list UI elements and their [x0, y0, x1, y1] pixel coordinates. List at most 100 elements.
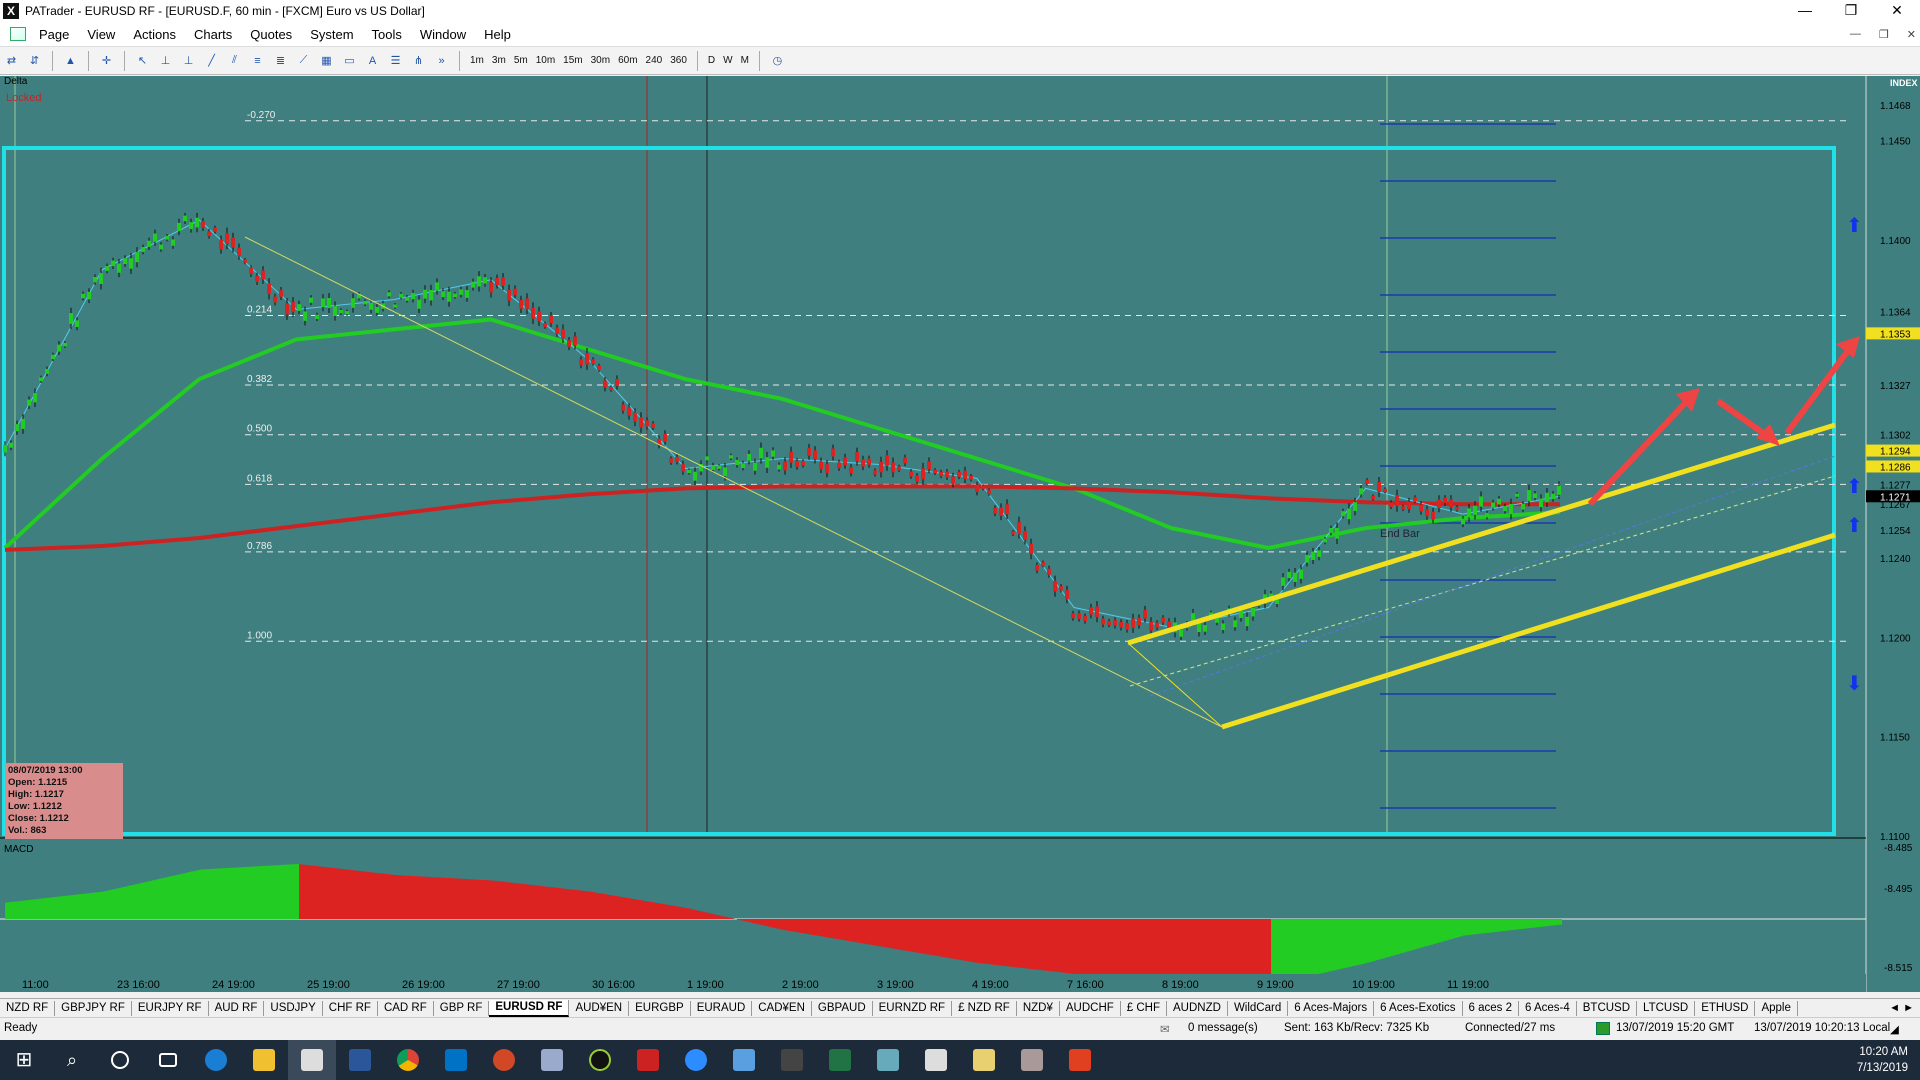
vertical-line-icon[interactable]: ⊥ [179, 51, 198, 70]
app-icon[interactable] [720, 1040, 768, 1080]
app-icon[interactable] [624, 1040, 672, 1080]
file-explorer-icon[interactable] [240, 1040, 288, 1080]
app-icon[interactable] [864, 1040, 912, 1080]
symbol-tab[interactable]: EURUSD RF [489, 999, 570, 1017]
period-daily[interactable]: D [704, 55, 719, 66]
fib-fan-icon[interactable]: ⟋ [294, 51, 313, 70]
chart-menu-icon[interactable] [10, 27, 26, 41]
text-icon[interactable]: A [363, 51, 382, 70]
fib-extension-icon[interactable]: ≣ [271, 51, 290, 70]
resize-grip-icon[interactable]: ◢ [1890, 1022, 1899, 1036]
app-icon[interactable] [1008, 1040, 1056, 1080]
symbol-tab[interactable]: EURAUD [691, 1000, 753, 1016]
app-icon[interactable] [912, 1040, 960, 1080]
mdi-close-button[interactable]: ✕ [1907, 28, 1916, 41]
symbol-tab[interactable]: WildCard [1228, 1000, 1289, 1016]
menu-actions[interactable]: Actions [124, 27, 185, 42]
patrader-icon[interactable] [288, 1040, 336, 1080]
timeframe-3m[interactable]: 3m [488, 55, 510, 66]
gann-icon[interactable]: ▦ [317, 51, 336, 70]
chrome-icon[interactable] [384, 1040, 432, 1080]
outlook-icon[interactable] [432, 1040, 480, 1080]
timeframe-10m[interactable]: 10m [532, 55, 559, 66]
symbol-tab[interactable]: GBPJPY RF [55, 1000, 132, 1016]
menu-tools[interactable]: Tools [363, 27, 411, 42]
trendline-icon[interactable]: ╱ [202, 51, 221, 70]
symbol-tab[interactable]: 6 Aces-4 [1519, 1000, 1577, 1016]
timeframe-240[interactable]: 240 [642, 55, 667, 66]
symbol-tab[interactable]: GBPAUD [812, 1000, 873, 1016]
symbol-tab[interactable]: AUD RF [209, 1000, 265, 1016]
app-icon[interactable] [960, 1040, 1008, 1080]
price-chart[interactable]: -0.270 0.214 0.382 0.500 0.618 0.786 1.000 ⬆ ⬆… [0, 76, 1920, 992]
menu-help[interactable]: Help [475, 27, 520, 42]
symbol-tab[interactable]: CHF RF [323, 1000, 378, 1016]
mail-icon[interactable]: ✉ [1160, 1022, 1170, 1036]
timeframe-15m[interactable]: 15m [559, 55, 586, 66]
symbol-tab[interactable]: CAD¥EN [752, 1000, 812, 1016]
symbol-tab[interactable]: Apple [1755, 1000, 1798, 1016]
excel-icon[interactable] [816, 1040, 864, 1080]
chart-area[interactable]: -0.270 0.214 0.382 0.500 0.618 0.786 1.000 ⬆ ⬆… [0, 76, 1920, 992]
symbol-tab[interactable]: GBP RF [434, 1000, 490, 1016]
maximize-button[interactable]: ❐ [1828, 0, 1874, 22]
symbol-tab[interactable]: ETHUSD [1695, 1000, 1756, 1016]
symbol-tab[interactable]: LTCUSD [1637, 1000, 1696, 1016]
timeframe-60m[interactable]: 60m [614, 55, 641, 66]
pitchfork-icon[interactable]: ⋔ [409, 51, 428, 70]
clock-icon[interactable]: ◷ [768, 51, 787, 70]
close-button[interactable]: ✕ [1874, 0, 1920, 22]
symbol-tab[interactable]: BTCUSD [1577, 1000, 1638, 1016]
menu-quotes[interactable]: Quotes [241, 27, 301, 42]
levels-icon[interactable]: ☰ [386, 51, 405, 70]
timeframe-360[interactable]: 360 [666, 55, 691, 66]
zoom-app-icon[interactable] [672, 1040, 720, 1080]
mdi-minimize-button[interactable]: — [1850, 28, 1861, 41]
symbol-tab[interactable]: USDJPY [264, 1000, 323, 1016]
timeframe-1m[interactable]: 1m [466, 55, 488, 66]
calculator-icon[interactable] [768, 1040, 816, 1080]
symbol-tab[interactable]: £ CHF [1121, 1000, 1168, 1016]
symbol-tab[interactable]: EURGBP [629, 1000, 691, 1016]
chart-type-icon[interactable]: ▲ [61, 51, 80, 70]
search-icon[interactable]: ⌕ [48, 1040, 96, 1080]
pointer-icon[interactable]: ↖ [133, 51, 152, 70]
edge-icon[interactable] [192, 1040, 240, 1080]
word-icon[interactable] [336, 1040, 384, 1080]
symbol-tab[interactable]: NZD¥ [1017, 1000, 1060, 1016]
timeframe-5m[interactable]: 5m [510, 55, 532, 66]
cortana-icon[interactable] [96, 1040, 144, 1080]
mdi-restore-button[interactable]: ❐ [1879, 28, 1889, 41]
horizontal-line-icon[interactable]: ⊥ [156, 51, 175, 70]
crosshair-icon[interactable]: ✛ [97, 51, 116, 70]
menu-view[interactable]: View [78, 27, 124, 42]
menu-charts[interactable]: Charts [185, 27, 241, 42]
fib-retracement-icon[interactable]: ≡ [248, 51, 267, 70]
symbol-tab[interactable]: £ NZD RF [952, 1000, 1017, 1016]
app-icon[interactable] [576, 1040, 624, 1080]
zoom-icon[interactable]: ⇵ [25, 51, 44, 70]
period-weekly[interactable]: W [719, 55, 736, 66]
app-icon[interactable] [528, 1040, 576, 1080]
menu-window[interactable]: Window [411, 27, 475, 42]
symbol-tab[interactable]: 6 Aces-Majors [1288, 1000, 1375, 1016]
powerpoint-icon[interactable] [480, 1040, 528, 1080]
symbol-tab[interactable]: EURNZD RF [873, 1000, 953, 1016]
app-icon[interactable] [1056, 1040, 1104, 1080]
task-view-icon[interactable] [144, 1040, 192, 1080]
symbol-tab[interactable]: EURJPY RF [132, 1000, 209, 1016]
taskbar-clock[interactable]: 10:20 AM 7/13/2019 [1857, 1044, 1908, 1076]
tab-scroll-buttons[interactable]: ◄ ► [1889, 1002, 1914, 1014]
start-icon[interactable]: ⊞ [0, 1040, 48, 1080]
symbol-tab[interactable]: AUD¥EN [569, 1000, 630, 1016]
scroll-icon[interactable]: ⇄ [2, 51, 21, 70]
rectangle-icon[interactable]: ▭ [340, 51, 359, 70]
symbol-tab[interactable]: AUDCHF [1060, 1000, 1121, 1016]
symbol-tab[interactable]: 6 aces 2 [1463, 1000, 1519, 1016]
symbol-tab[interactable]: AUDNZD [1167, 1000, 1228, 1016]
minimize-button[interactable]: — [1782, 0, 1828, 22]
symbol-tab[interactable]: NZD RF [0, 1000, 56, 1016]
symbol-tab[interactable]: 6 Aces-Exotics [1374, 1000, 1463, 1016]
symbol-tab[interactable]: CAD RF [378, 1000, 434, 1016]
menu-system[interactable]: System [301, 27, 362, 42]
